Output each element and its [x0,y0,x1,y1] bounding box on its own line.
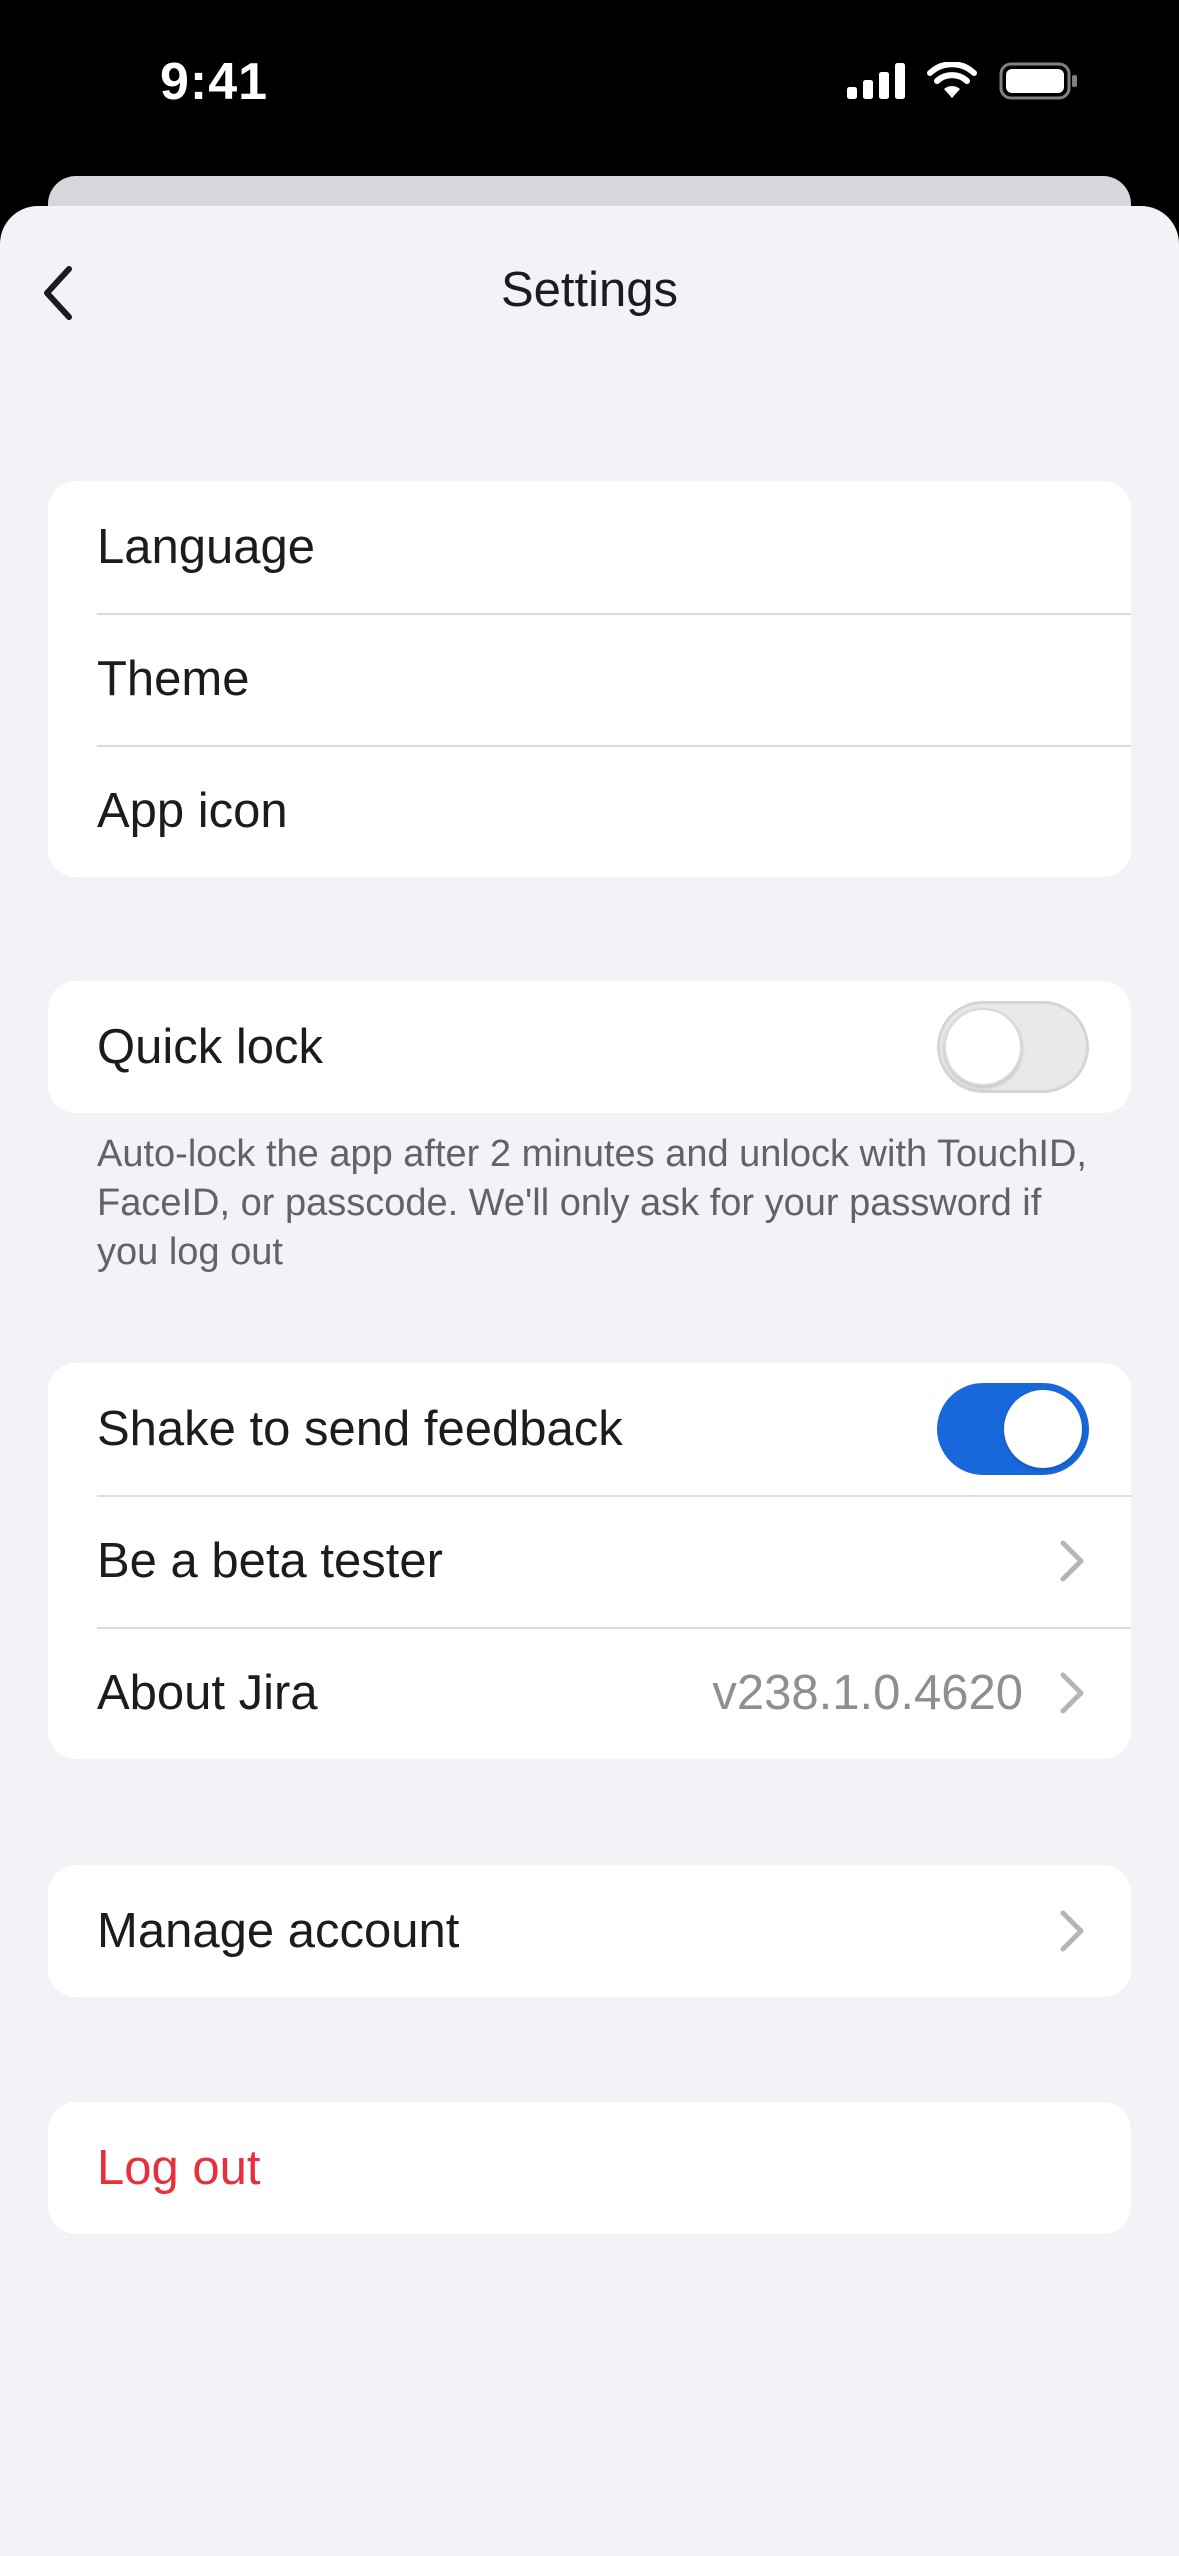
appearance-group: Language Theme App icon [48,481,1131,877]
toggle-knob [1004,1390,1082,1468]
toggle-knob [944,1008,1022,1086]
language-label: Language [97,520,316,574]
navigation-bar: Settings [0,206,1179,376]
language-row[interactable]: Language [48,481,1131,613]
logout-group: Log out [48,2102,1131,2234]
manage-account-row[interactable]: Manage account [48,1865,1131,1997]
app-icon-row[interactable]: App icon [48,745,1131,877]
shake-feedback-label: Shake to send feedback [97,1402,623,1456]
chevron-right-icon [1055,1668,1089,1718]
theme-label: Theme [97,652,250,706]
shake-feedback-toggle[interactable] [937,1383,1089,1475]
chevron-right-icon [1055,1536,1089,1586]
app-icon-label: App icon [97,784,288,838]
about-jira-label: About Jira [97,1666,318,1720]
version-value: v238.1.0.4620 [712,1666,1023,1720]
log-out-label: Log out [97,2141,261,2195]
cellular-signal-icon [847,63,905,99]
page-title: Settings [500,263,679,317]
log-out-button[interactable]: Log out [48,2102,1131,2234]
battery-icon [999,62,1077,100]
settings-sheet: Settings Language Theme App icon Quick l… [0,206,1179,2556]
quick-lock-toggle[interactable] [937,1001,1089,1093]
account-group: Manage account [48,1865,1131,1997]
manage-account-label: Manage account [97,1904,460,1958]
status-icons [847,62,1079,100]
wifi-icon [927,62,977,98]
beta-tester-row[interactable]: Be a beta tester [48,1495,1131,1627]
status-bar: 9:41 [0,0,1179,176]
shake-feedback-row: Shake to send feedback [48,1363,1131,1495]
quick-lock-label: Quick lock [97,1020,324,1074]
about-jira-row[interactable]: About Jira v238.1.0.4620 [48,1627,1131,1759]
beta-tester-label: Be a beta tester [97,1534,443,1588]
feedback-group: Shake to send feedback Be a beta tester … [48,1363,1131,1759]
chevron-right-icon [1055,1906,1089,1956]
theme-row[interactable]: Theme [48,613,1131,745]
status-time: 9:41 [160,53,269,111]
security-group: Quick lock [48,981,1131,1113]
quick-lock-footnote: Auto-lock the app after 2 minutes and un… [97,1133,1087,1273]
quick-lock-row: Quick lock [48,981,1131,1113]
